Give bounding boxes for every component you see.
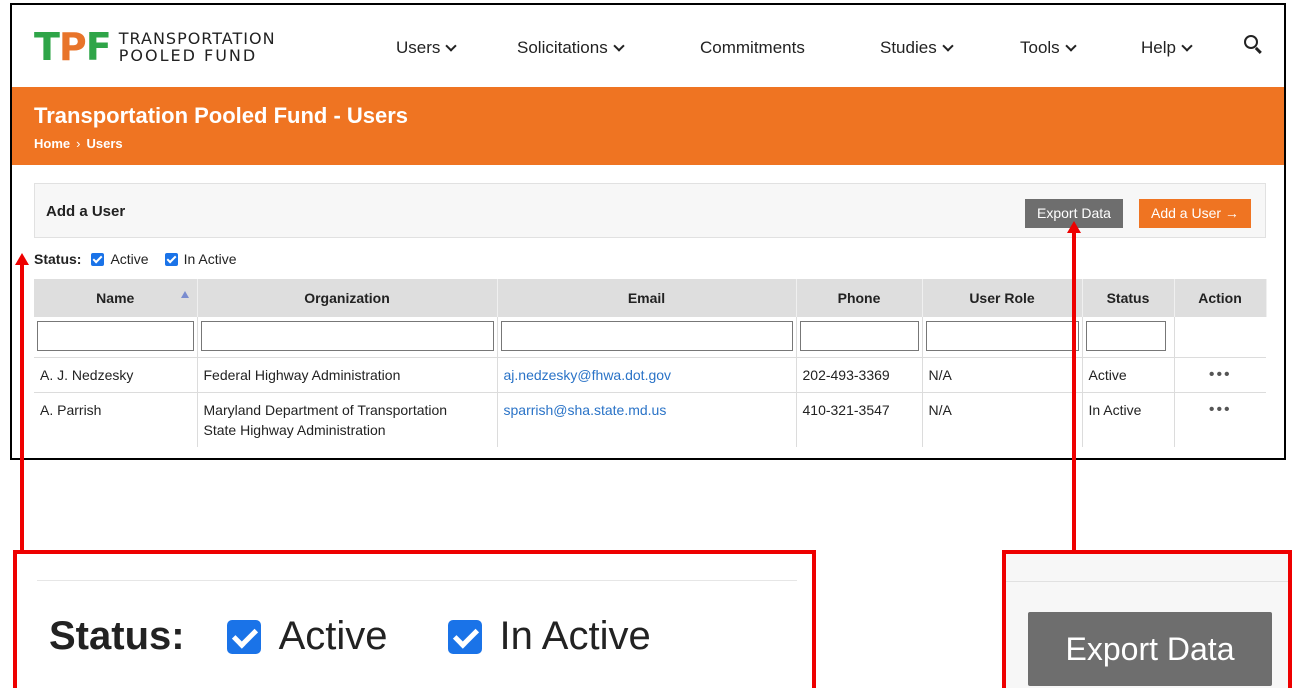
export-zoom-callout: Export Data (1002, 550, 1292, 688)
zoom-active-checkbox (226, 619, 261, 654)
email-filter-input[interactable] (500, 321, 793, 351)
breadcrumb: Home › Users (34, 136, 123, 151)
add-user-panel: Add a User Export Data Add a User → (34, 183, 1266, 238)
inactive-label: In Active (183, 251, 237, 267)
logo-mark: TPF (34, 25, 112, 69)
nav-solicitations[interactable]: Solicitations (517, 38, 625, 58)
cell-status: In Active (1082, 391, 1175, 447)
cell-phone: 202-493-3369 (796, 356, 923, 392)
user-role-filter-input[interactable] (925, 321, 1079, 351)
column-header-status[interactable]: Status (1082, 279, 1175, 317)
nav-help[interactable]: Help (1141, 38, 1193, 58)
app-window: TPF TRANSPORTATION POOLED FUND Users Sol… (10, 3, 1286, 460)
chevron-down-icon (445, 39, 458, 52)
cell-organization: Federal Highway Administration (197, 356, 498, 392)
page-banner: Transportation Pooled Fund - Users Home ›… (12, 87, 1284, 165)
status-filter-input[interactable] (1085, 321, 1166, 351)
organization-filter-input[interactable] (200, 321, 494, 351)
active-checkbox[interactable] (91, 252, 105, 266)
zoom-status-label: Status: (49, 614, 185, 658)
column-header-user-role[interactable]: User Role (922, 279, 1083, 317)
name-filter-input[interactable] (37, 321, 194, 351)
inactive-checkbox[interactable] (164, 252, 178, 266)
users-table: Name Organization Email Phone User Role … (34, 279, 1267, 447)
logo-text: TRANSPORTATION POOLED FUND (118, 28, 276, 65)
table-row: A. J. Nedzesky Federal Highway Administr… (34, 356, 1266, 392)
column-header-action: Action (1174, 279, 1267, 317)
filter-row (34, 317, 1266, 357)
panel-title: Add a User (46, 203, 126, 220)
status-label: Status: (34, 251, 82, 267)
search-icon[interactable] (1244, 35, 1258, 49)
nav-studies[interactable]: Studies (880, 38, 954, 58)
zoom-inactive-checkbox (447, 619, 482, 654)
active-label: Active (110, 251, 149, 267)
email-link[interactable]: sparrish@sha.state.md.us (504, 402, 667, 418)
top-navbar: TPF TRANSPORTATION POOLED FUND Users Sol… (12, 5, 1284, 87)
chevron-down-icon (1065, 39, 1077, 52)
tpf-logo[interactable]: TPF TRANSPORTATION POOLED FUND (34, 27, 276, 67)
status-filter: Status: Active In Active (34, 251, 253, 267)
zoom-export-button: Export Data (1028, 612, 1272, 686)
nav-users[interactable]: Users (396, 38, 458, 58)
column-header-email[interactable]: Email (497, 279, 797, 317)
breadcrumb-users[interactable]: Users (86, 136, 122, 151)
email-link[interactable]: aj.nedzesky@fhwa.dot.gov (504, 367, 672, 383)
table-row: A. Parrish Maryland Department of Transp… (34, 391, 1266, 447)
cell-phone: 410-321-3547 (796, 391, 923, 447)
table-header-row: Name Organization Email Phone User Role … (34, 279, 1267, 317)
column-header-name[interactable]: Name (34, 279, 198, 317)
cell-status: Active (1082, 356, 1175, 392)
nav-commitments[interactable]: Commitments (700, 38, 805, 58)
sort-ascending-icon (180, 291, 189, 298)
phone-filter-input[interactable] (799, 321, 919, 351)
cell-role: N/A (922, 391, 1083, 447)
cell-organization: Maryland Department of Transportation Sta… (197, 391, 498, 447)
nav-tools[interactable]: Tools (1020, 38, 1077, 58)
breadcrumb-home[interactable]: Home (34, 136, 70, 151)
row-actions-icon[interactable]: ••• (1174, 391, 1266, 447)
row-actions-icon[interactable]: ••• (1174, 356, 1266, 392)
column-header-phone[interactable]: Phone (796, 279, 923, 317)
cell-name: A. J. Nedzesky (34, 356, 198, 392)
page-title: Transportation Pooled Fund - Users (34, 103, 409, 128)
column-header-organization[interactable]: Organization (197, 279, 498, 317)
chevron-down-icon (942, 39, 954, 52)
add-user-button[interactable]: Add a User → (1139, 199, 1251, 228)
status-zoom-callout: Status: Active In Active (13, 550, 816, 688)
chevron-down-icon (1181, 39, 1193, 52)
cell-role: N/A (922, 356, 1083, 392)
zoom-inactive-label: In Active (499, 614, 651, 658)
callout-line-status (20, 264, 24, 552)
zoom-active-label: Active (278, 614, 388, 658)
cell-name: A. Parrish (34, 391, 198, 447)
chevron-down-icon (613, 39, 625, 52)
callout-line-export (1072, 232, 1076, 552)
